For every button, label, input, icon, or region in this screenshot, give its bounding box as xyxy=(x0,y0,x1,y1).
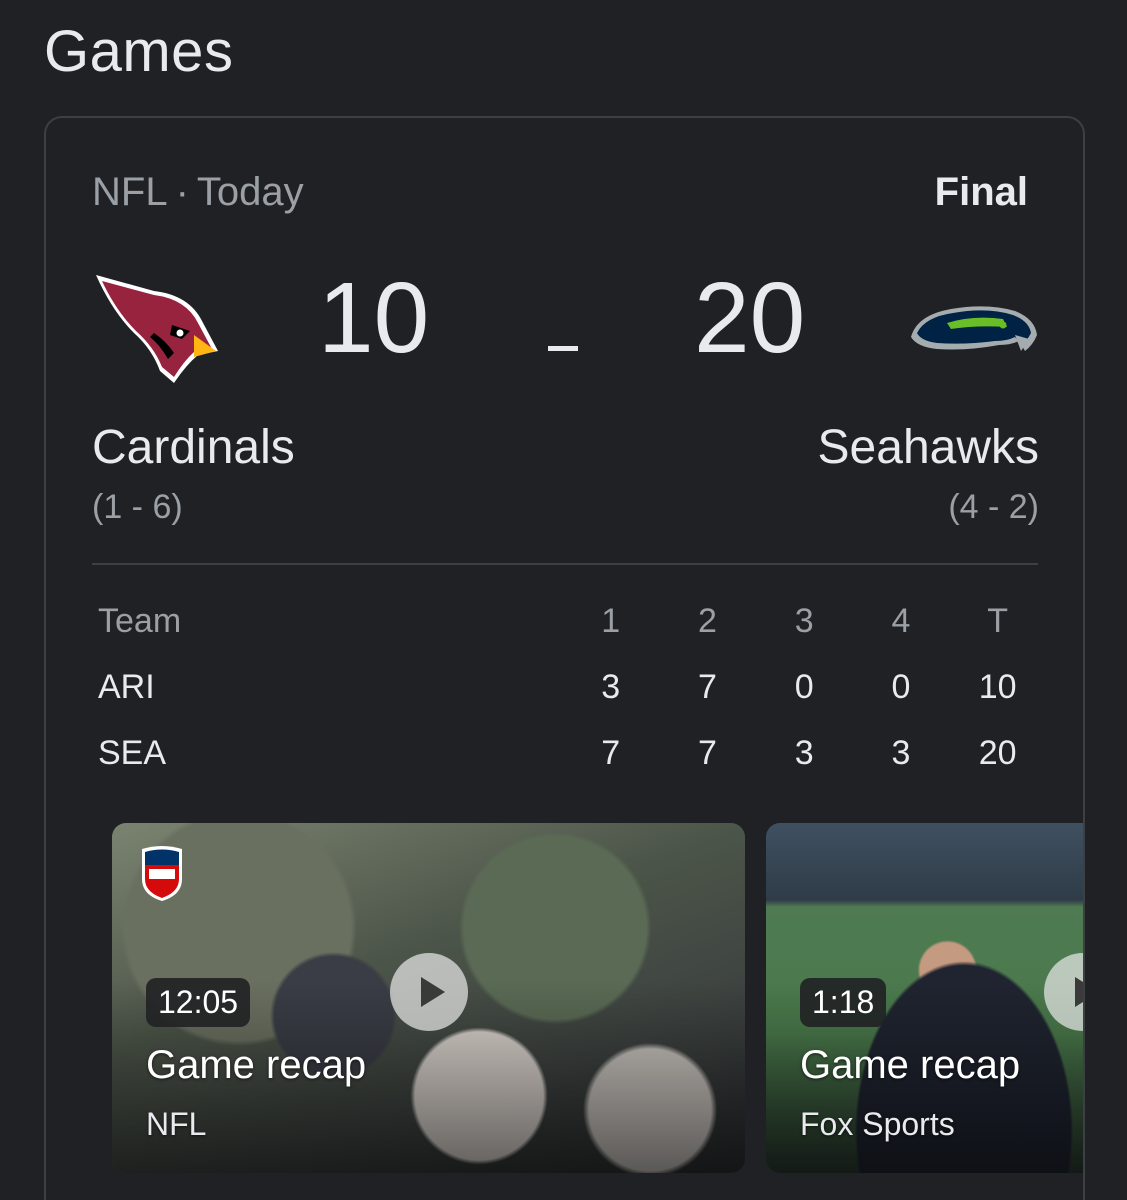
linescore-cell: 0 xyxy=(891,667,911,706)
game-meta: NFL · Today xyxy=(92,170,304,215)
table-row: SEA 7 7 3 3 20 xyxy=(86,720,1046,786)
game-card[interactable]: NFL · Today Final 10 20 Cardinals Seahawks… xyxy=(44,116,1085,1200)
linescore-cell: 7 xyxy=(698,733,717,772)
linescore-team: SEA xyxy=(98,733,167,772)
video-duration: 12:05 xyxy=(146,978,251,1027)
cardinals-logo-icon[interactable] xyxy=(94,273,220,389)
game-status: Final xyxy=(934,170,1028,214)
game-day: Today xyxy=(196,170,304,214)
linescore-header-q1: 1 xyxy=(601,601,621,640)
table-row: ARI 3 7 0 0 10 xyxy=(86,654,1046,720)
home-team-name[interactable]: Cardinals xyxy=(92,420,295,475)
linescore-cell: 7 xyxy=(601,733,621,772)
video-card-fox-recap[interactable]: 1:18 Game recap Fox Sports xyxy=(766,823,1083,1173)
linescore-header-q4: 4 xyxy=(891,601,911,640)
linescore-table: Team 1 2 3 4 T ARI 3 7 0 0 10 SEA 7 7 3 … xyxy=(86,588,1046,786)
divider xyxy=(92,563,1038,565)
home-team-record: (1 - 6) xyxy=(92,488,183,526)
league-label: NFL xyxy=(92,170,168,214)
linescore-header-q2: 2 xyxy=(698,601,717,640)
linescore-header-q3: 3 xyxy=(794,601,814,640)
linescore-cell: 3 xyxy=(794,733,814,772)
video-source: Fox Sports xyxy=(800,1106,955,1142)
meta-separator: · xyxy=(175,170,189,214)
video-title[interactable]: Game recap xyxy=(146,1043,366,1088)
score-separator xyxy=(548,346,578,351)
linescore-cell: 3 xyxy=(891,733,911,772)
linescore-total: 20 xyxy=(978,733,1017,772)
linescore-cell: 0 xyxy=(794,667,814,706)
linescore-team: ARI xyxy=(98,667,155,706)
video-card-nfl-recap[interactable]: 12:05 Game recap NFL xyxy=(112,823,745,1173)
video-duration: 1:18 xyxy=(800,978,887,1027)
games-page: Games NFL · Today Final 10 20 Cardinals Se… xyxy=(0,0,1127,1200)
away-team-record: (4 - 2) xyxy=(948,488,1039,526)
linescore-cell: 3 xyxy=(601,667,621,706)
nfl-shield-icon xyxy=(142,846,182,901)
linescore-header-total: T xyxy=(987,601,1009,640)
home-score: 10 xyxy=(318,262,430,374)
linescore-header-team: Team xyxy=(98,601,182,640)
play-icon[interactable] xyxy=(390,953,468,1031)
linescore-cell: 7 xyxy=(698,667,717,706)
section-title: Games xyxy=(44,19,234,84)
linescore-header-row: Team 1 2 3 4 T xyxy=(86,588,1046,654)
linescore-total: 10 xyxy=(978,667,1017,706)
seahawks-logo-icon[interactable] xyxy=(907,301,1039,363)
video-title[interactable]: Game recap xyxy=(800,1043,1020,1088)
video-source: NFL xyxy=(146,1106,207,1142)
away-team-name[interactable]: Seahawks xyxy=(818,420,1039,475)
away-score: 20 xyxy=(694,262,806,374)
